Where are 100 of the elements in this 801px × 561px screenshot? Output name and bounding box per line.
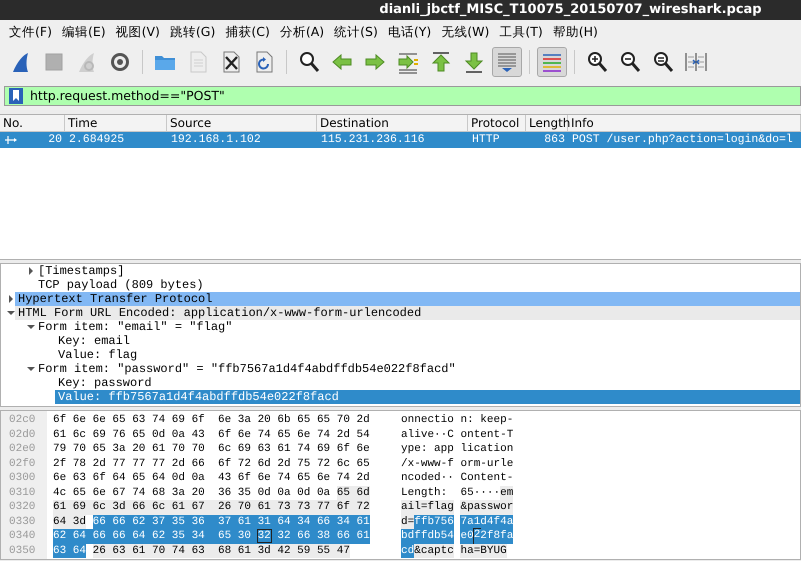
expander-icon[interactable] — [7, 295, 15, 303]
column-header[interactable]: No. — [0, 115, 65, 131]
menu-item[interactable]: 帮助(H) — [548, 22, 603, 42]
hex-byte: 6f — [192, 414, 205, 426]
hex-byte: 36 — [192, 516, 205, 528]
ascii-char: e — [427, 471, 434, 486]
column-header[interactable]: Protocol — [468, 115, 526, 131]
bookmark-icon[interactable] — [9, 88, 23, 104]
hex-byte: 74 — [336, 472, 350, 484]
hex-byte: 63 — [112, 544, 126, 556]
table-cell-text: 20 — [48, 132, 63, 148]
menu-item[interactable]: 跳转(G) — [164, 22, 220, 42]
ascii-char: e — [480, 428, 487, 442]
hex-byte: 64 — [152, 472, 166, 484]
hex-byte: 70 — [152, 544, 166, 556]
tree-item[interactable]: Key: email — [55, 334, 800, 348]
column-header[interactable]: Length — [526, 115, 568, 131]
column-header[interactable]: Info — [568, 115, 801, 131]
tree-item[interactable]: [Timestamps] — [35, 264, 800, 278]
ascii-char: e — [414, 442, 421, 456]
hex-byte: 74 — [152, 414, 166, 426]
ascii-char: h — [434, 486, 441, 500]
offset-label: 0330 — [9, 514, 36, 529]
hex-byte: 61 — [238, 544, 251, 556]
menu-item[interactable]: 视图(V) — [110, 22, 165, 42]
hex-byte: 3a — [112, 443, 126, 455]
display-filter-field[interactable]: http.request.method=="POST" — [4, 86, 801, 106]
menu-item[interactable]: 编辑(E) — [56, 22, 111, 42]
ascii-char: o — [414, 471, 421, 486]
expander-icon[interactable] — [27, 323, 35, 331]
table-cell-text: 863 — [544, 132, 566, 148]
hex-byte: 6c — [72, 428, 86, 440]
tree-item[interactable]: Form item: "email" = "flag" — [35, 320, 800, 334]
hex-byte: 63 — [132, 414, 146, 426]
ascii-char: p — [440, 442, 448, 456]
zoom-reset-icon — [651, 50, 675, 74]
expander-icon[interactable] — [27, 267, 35, 275]
hex-byte: 64 — [132, 530, 146, 542]
expander-icon[interactable] — [7, 309, 15, 317]
ascii-char: · — [480, 486, 487, 500]
ascii-char: T — [506, 428, 514, 442]
menu-item[interactable]: 无线(W) — [436, 22, 494, 42]
menu-item[interactable]: 分析(A) — [274, 22, 330, 42]
hex-byte: 65 — [297, 414, 310, 426]
hex-byte: 6d — [356, 486, 370, 498]
ascii-char: o — [500, 442, 507, 456]
hex-byte: 6e — [53, 472, 66, 484]
ascii-char: - — [414, 456, 421, 471]
packet-row[interactable]: 20 2.684925 192.168.1.102 115.231.236.116 HTTP 863 POST /user.php?action=login&do=l — [0, 132, 801, 148]
ascii-char: c — [474, 442, 480, 456]
hex-byte: 0d — [297, 486, 310, 498]
column-header[interactable]: Time — [65, 115, 167, 131]
hex-byte: 6f — [218, 458, 232, 470]
offset-label: 02f0 — [9, 456, 36, 471]
menu-item[interactable]: 电话(Y) — [382, 22, 436, 42]
ascii-char: f — [427, 500, 434, 514]
hex-byte: 37 — [218, 516, 232, 528]
ascii-char: c — [408, 471, 414, 486]
hex-byte: 6c — [152, 501, 166, 513]
hex-byte: 78 — [72, 458, 86, 470]
menu-item[interactable]: 工具(T) — [494, 22, 548, 42]
column-header[interactable]: Source — [167, 115, 317, 131]
lines-down-button[interactable] — [492, 47, 522, 77]
tree-item[interactable]: HTML Form URL Encoded: application/x-www-form-urlencoded — [15, 306, 800, 320]
hex-byte: 0d — [172, 472, 185, 484]
menu-item[interactable]: 文件(F) — [4, 22, 57, 42]
hex-byte: 61 — [53, 501, 66, 513]
hex-byte: 77 — [132, 458, 146, 470]
hex-byte: 65 — [72, 486, 86, 498]
tree-item[interactable]: Key: password — [55, 376, 800, 390]
hex-byte: 65 — [112, 414, 126, 426]
table-cell: 115.231.236.116 — [321, 133, 425, 146]
menu-item[interactable]: 捕获(C) — [220, 22, 275, 42]
ascii-char: p — [467, 500, 474, 514]
ascii-char: 5 — [467, 486, 474, 500]
column-header[interactable]: Destination — [317, 115, 468, 131]
ascii-char: p — [447, 442, 454, 456]
hex-byte: 6c — [92, 501, 106, 513]
zoom-in-icon — [585, 50, 609, 74]
tree-item[interactable]: TCP payload (809 bytes) — [35, 278, 800, 292]
ascii-char: t — [500, 471, 507, 486]
ascii-char: & — [460, 500, 468, 514]
offset-label: 0300 — [9, 471, 36, 486]
ascii-char: n — [506, 442, 514, 456]
hex-byte: 42 — [277, 544, 291, 556]
tree-item[interactable]: Hypertext Transfer Protocol — [15, 292, 800, 306]
tree-item[interactable]: Value: ffb7567a1d4f4abdffdb54e022f8facd — [55, 390, 800, 404]
hex-byte: 65 — [316, 414, 330, 426]
hex-byte: 74 — [258, 428, 271, 440]
colored-lines-button[interactable] — [537, 47, 567, 77]
tree-item[interactable]: Value: flag — [55, 348, 800, 362]
tree-item[interactable]: Form item: "password" = "ffb7567a1d4f4abdffdb54e022f8facd" — [35, 362, 800, 376]
table-cell: 192.168.1.102 — [171, 133, 261, 146]
hex-byte: 6f — [53, 414, 66, 426]
ascii-char: o — [460, 428, 468, 442]
hex-byte: 62 — [152, 530, 166, 542]
menu-item[interactable]: 统计(S) — [329, 22, 383, 42]
expander-icon[interactable] — [27, 365, 35, 373]
ascii-char: d — [480, 514, 487, 529]
hex-byte: 66 — [112, 516, 126, 528]
